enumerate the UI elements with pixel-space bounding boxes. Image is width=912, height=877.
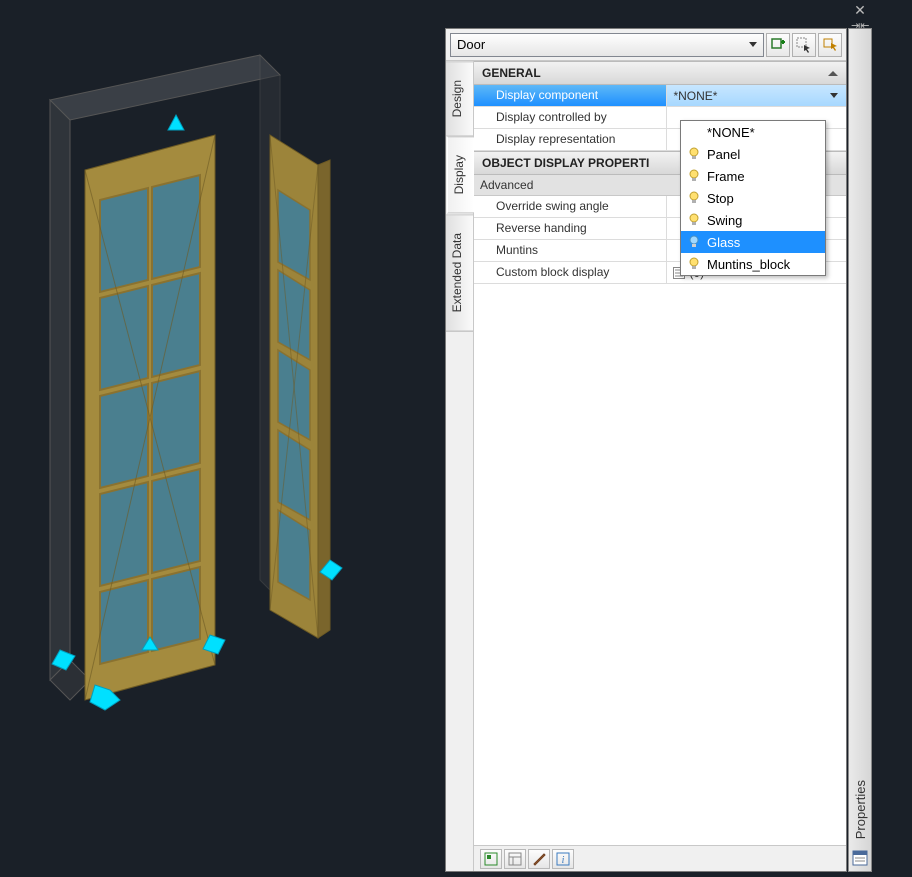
display-component-dropdown[interactable]: *NONE* Panel Frame Stop Swing Glass Munt…: [680, 120, 826, 276]
dropdown-item-stop[interactable]: Stop: [681, 187, 825, 209]
palette-caption-bar[interactable]: Properties: [848, 28, 872, 872]
properties-icon: [851, 849, 869, 867]
object-viewer-button[interactable]: [480, 849, 502, 869]
dropdown-item-frame[interactable]: Frame: [681, 165, 825, 187]
lightbulb-icon: [687, 191, 701, 205]
dropdown-item-glass[interactable]: Glass: [681, 231, 825, 253]
door-leaf-left: [85, 135, 215, 700]
palette-footer: i: [474, 845, 846, 871]
chevron-down-icon: [830, 93, 838, 98]
palette-tabs: Design Display Extended Data: [446, 61, 474, 871]
model-viewport[interactable]: [0, 0, 445, 877]
category-object-display-label: OBJECT DISPLAY PROPERTI: [482, 156, 649, 170]
lightbulb-icon: [687, 257, 701, 271]
palette-title: Properties: [853, 780, 868, 839]
door-leaf-right: [270, 135, 330, 638]
brush-button[interactable]: [528, 849, 550, 869]
collapse-icon: [828, 71, 838, 76]
svg-text:i: i: [562, 855, 565, 866]
dropdown-item-swing[interactable]: Swing: [681, 209, 825, 231]
lightbulb-icon: [687, 147, 701, 161]
palette-header: Door: [446, 29, 846, 61]
display-component-combo[interactable]: *NONE*: [673, 89, 840, 103]
preview-button[interactable]: [504, 849, 526, 869]
lightbulb-icon: [687, 169, 701, 183]
chevron-down-icon: [749, 42, 757, 47]
lightbulb-icon: [687, 235, 701, 249]
row-display-component[interactable]: Display component *NONE*: [474, 85, 846, 107]
quick-select-button[interactable]: [792, 33, 816, 57]
object-type-select[interactable]: Door: [450, 33, 764, 57]
close-palette-button[interactable]: ✕: [851, 4, 869, 18]
dropdown-item-none[interactable]: *NONE*: [681, 121, 825, 143]
info-button[interactable]: i: [552, 849, 574, 869]
toggle-pickadd-button[interactable]: [818, 33, 842, 57]
tab-design[interactable]: Design: [446, 61, 473, 136]
add-selection-button[interactable]: [766, 33, 790, 57]
category-general-label: GENERAL: [482, 66, 541, 80]
dropdown-item-panel[interactable]: Panel: [681, 143, 825, 165]
dropdown-item-muntins-block[interactable]: Muntins_block: [681, 253, 825, 275]
lightbulb-icon: [687, 213, 701, 227]
tab-extended-data[interactable]: Extended Data: [446, 214, 473, 331]
tab-display[interactable]: Display: [447, 136, 474, 213]
object-type-value: Door: [457, 37, 485, 52]
category-general[interactable]: GENERAL: [474, 61, 846, 85]
